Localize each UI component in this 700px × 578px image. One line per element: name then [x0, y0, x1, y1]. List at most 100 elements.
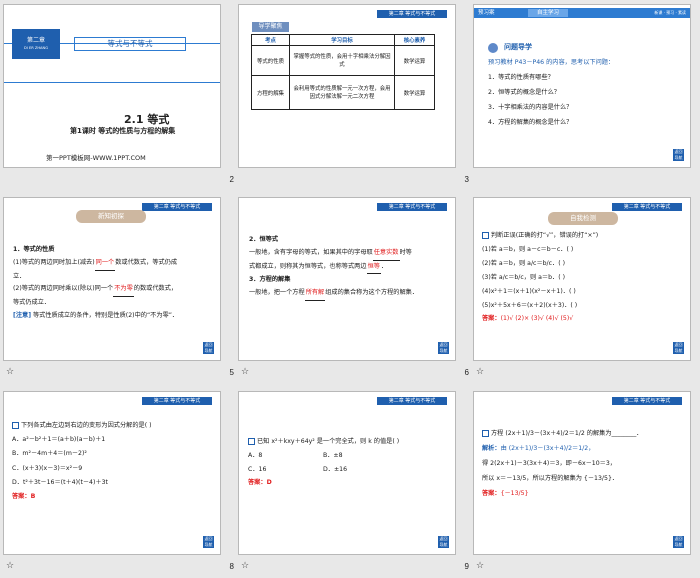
back-button[interactable]: 返回导航	[673, 149, 684, 161]
list-item: (3)若 a/c＝b/c，则 a＝b．( )	[482, 273, 566, 281]
list-item: 3．十字相乘法的内容是什么？	[488, 103, 573, 111]
header-tag: 第二章 等式与不等式	[377, 397, 447, 405]
option-item: D．t²＋3t－16＝(t＋4)(t－4)＋3t	[12, 479, 108, 487]
list-item: 4．方程的解集的概念是什么？	[488, 118, 573, 126]
header-tag: 第二章 等式与不等式	[612, 397, 682, 405]
slide-number: 6	[464, 368, 469, 377]
question-text: 下列各式由左边到右边的变形为因式分解的是( )	[21, 422, 152, 429]
lesson-subtitle: 第1课时 等式的性质与方程的解集	[70, 127, 176, 135]
text-span: 一般地，含有字母的等式，如果其中的字母取	[249, 248, 373, 256]
question-line: 已知 x²＋kxy＋64y² 是一个完全式，则 k 的值是( )	[248, 436, 399, 449]
table-row: 方程的解集 会利用等式的性质解一元一次方程，会用因式分解法解一元二次方程 数学运…	[251, 75, 435, 110]
answer-line: 答案：(1)√ (2)× (3)√ (4)√ (5)√	[482, 313, 598, 326]
answer-line: 答案：{－13/5}	[482, 486, 642, 501]
text-span: 的数或代数式，	[133, 285, 178, 293]
table-cell: 数学运算	[394, 75, 435, 110]
content-line: 一般地，把一个方程所有解组成的集合称为这个方程的解集．	[249, 287, 418, 301]
content-line: 判断正误(正确的打“√”，错误的打“×”)	[482, 230, 598, 243]
star-icon[interactable]: ☆	[241, 561, 249, 571]
table-cell: 会利用等式的性质解一元一次方程，会用因式分解法解一元二次方程	[289, 75, 395, 110]
header-tag: 第二章 等式与不等式	[377, 203, 447, 211]
header-tag: 第二章 等式与不等式	[142, 397, 212, 405]
content-line: 一般地，含有字母的等式，如果其中的字母取任意实数时等	[249, 247, 418, 261]
back-button[interactable]: 返回导航	[203, 342, 214, 354]
list-item: 1．等式的性质有哪些？	[488, 73, 554, 81]
back-button[interactable]: 返回导航	[438, 536, 449, 548]
answer-line: 答案：D	[248, 477, 399, 490]
slide-canvas: 第二章 等式与不等式 2．恒等式 一般地，含有字母的等式，如果其中的字母取任意实…	[238, 197, 456, 361]
checkbox-icon	[482, 231, 489, 239]
lesson-title: 2.1 等式	[124, 113, 170, 126]
option-item: B．m²－4m＋4＝(m－2)²	[12, 450, 87, 458]
slide-number: 2	[229, 175, 234, 184]
fill-blank: 同一个	[94, 257, 116, 271]
content-line: 立．	[13, 272, 26, 280]
content-block: 下列各式由左边到右边的变形为因式分解的是( ) A．a²－b²＋1＝(a＋b)(…	[12, 420, 152, 504]
star-icon[interactable]: ☆	[476, 367, 484, 377]
text-span: 式都成立，则称其为恒等式，也称等式两边	[249, 262, 367, 270]
slide-canvas: 第二章 等式与不等式 新知初探 1．等式的性质 (1)等式的两边同时加上(减去)…	[3, 197, 221, 361]
back-button[interactable]: 返回导航	[438, 342, 449, 354]
slide-number: 3	[464, 175, 469, 184]
content-heading: 1．等式的性质	[13, 246, 55, 253]
header-tag: 第二章 等式与不等式	[142, 203, 212, 211]
section-heading: 问题导学	[504, 43, 532, 51]
fill-blank: 恒等	[366, 261, 381, 275]
solution-text: 由 (2x＋1)/3－(3x＋4)/2＝1/2，	[500, 444, 595, 452]
header-tag: 第二章 等式与不等式	[612, 203, 682, 211]
option-item: A．a²－b²＋1＝(a＋b)(a－b)＋1	[12, 435, 106, 443]
content-block: 1．等式的性质 (1)等式的两边同时加上(减去)同一个数或代数式，等式仍成 立．…	[13, 244, 178, 323]
question-list: 预习教材 P43－P46 的内容，思考以下问题： 1．等式的性质有哪些？ 2．恒…	[488, 57, 614, 130]
column-header: 学习目标	[289, 34, 395, 46]
text-span: 判断正误(正确的打“√”，错误的打“×”)	[491, 232, 599, 239]
solution-label: 解析：	[482, 444, 501, 452]
section-bar: 预习案 自主学习 新课 · 预习 · 素读	[474, 8, 690, 18]
checkbox-icon	[12, 421, 19, 429]
note-line: [注意] 等式性质成立的条件，特别是性质(2)中的“不为零”．	[13, 310, 178, 323]
section-bar-right: 新课 · 预习 · 素读	[654, 10, 686, 15]
content-heading: 2．恒等式	[249, 236, 279, 243]
text-span: 数或代数式，等式仍成	[115, 258, 178, 266]
star-icon[interactable]: ☆	[241, 367, 249, 377]
question-text: 方程 (2x＋1)/3－(3x＋4)/2＝1/2 的解集为________．	[491, 430, 643, 437]
solution-line: 所以 x＝－13/5，所以方程的解集为 {－13/5}．	[482, 474, 619, 482]
chapter-chip-pinyin: DI ER ZHANG	[24, 46, 48, 50]
list-item: (1)若 a＝b，则 a－c＝b－c．( )	[482, 245, 574, 253]
star-icon[interactable]: ☆	[476, 561, 484, 571]
option-item: C．16	[248, 465, 267, 473]
option-item: C．(x＋3)(x－3)＝x²－9	[12, 464, 83, 472]
footer-text: 第一PPT模板网-WWW.1PPT.COM	[46, 154, 146, 162]
slide-canvas: 第二章 等式与不等式 方程 (2x＋1)/3－(3x＋4)/2＝1/2 的解集为…	[473, 391, 691, 555]
content-heading: 3．方程的解集	[249, 276, 291, 284]
slide-canvas: 第二章 等式与不等式 已知 x²＋kxy＋64y² 是一个完全式，则 k 的值是…	[238, 391, 456, 555]
slide-canvas: 预习案 自主学习 新课 · 预习 · 素读 问题导学 预习教材 P43－P46 …	[473, 4, 691, 168]
option-row: A．8 B．±8	[248, 449, 398, 463]
content-block: 判断正误(正确的打“√”，错误的打“×”) (1)若 a＝b，则 a－c＝b－c…	[482, 230, 598, 326]
answer-label: 答案：	[248, 478, 267, 486]
checkbox-icon	[482, 429, 489, 437]
slide-number: 9	[464, 562, 469, 571]
content-line: (2)等式的两边同时乘以(除以)同一个不为零的数或代数式，	[13, 283, 178, 298]
fill-blank: 任意实数	[372, 247, 400, 261]
table-cell: 掌握等式的性质，会用十字相乘法分解因式	[289, 45, 395, 76]
chapter-title: 等式与不等式	[74, 37, 186, 51]
content-block: 方程 (2x＋1)/3－(3x＋4)/2＝1/2 的解集为________． 解…	[482, 428, 642, 501]
star-icon[interactable]: ☆	[6, 561, 14, 571]
solution-line: 得 2(2x＋1)－3(3x＋4)＝3，即－6x－10＝3，	[482, 459, 616, 467]
star-icon[interactable]: ☆	[6, 367, 14, 377]
back-button[interactable]: 返回导航	[673, 342, 684, 354]
table-cell: 数学运算	[394, 45, 435, 76]
section-banner: 自我检测	[548, 212, 618, 225]
solution-line: 解析：由 (2x＋1)/3－(3x＋4)/2＝1/2，	[482, 441, 642, 456]
objectives-table: 考点 学习目标 核心素养 等式的性质 掌握等式的性质，会用十字相乘法分解因式 数…	[251, 34, 435, 110]
slide-number: 8	[229, 562, 234, 571]
back-button[interactable]: 返回导航	[203, 536, 214, 548]
answer-line: 答案：B	[12, 491, 152, 504]
fill-blank: 所有解	[304, 287, 326, 301]
question-line: 方程 (2x＋1)/3－(3x＋4)/2＝1/2 的解集为________．	[482, 428, 642, 441]
back-button[interactable]: 返回导航	[673, 536, 684, 548]
list-item: (2)若 a＝b，则 a/c＝b/c．( )	[482, 259, 566, 267]
answer-text: B	[30, 492, 36, 500]
answer-text: (1)√ (2)× (3)√ (4)√ (5)√	[500, 314, 574, 322]
table-cell: 等式的性质	[251, 45, 290, 76]
